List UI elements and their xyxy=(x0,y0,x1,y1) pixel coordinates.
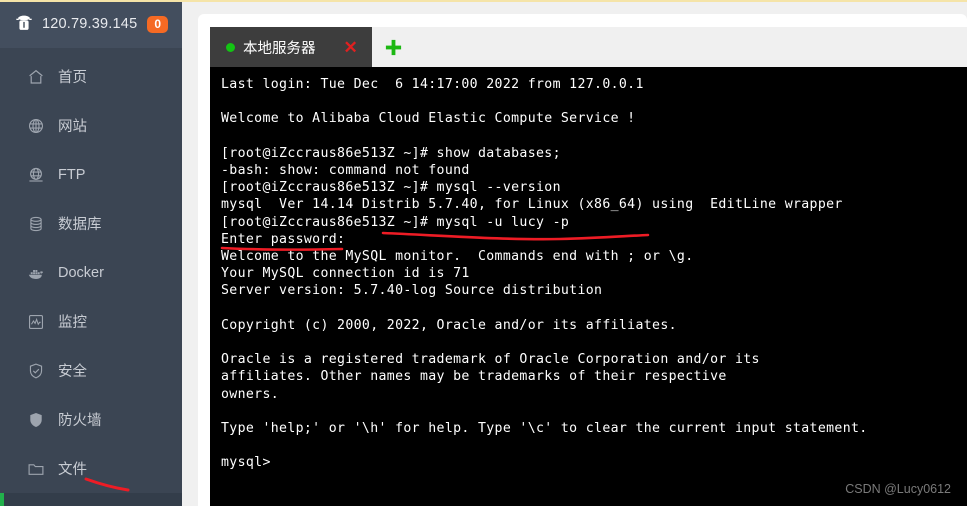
sidebar-item-terminal[interactable]: 终端 xyxy=(0,493,182,506)
sidebar-item-label: FTP xyxy=(58,166,86,183)
sidebar-item-label: 文件 xyxy=(58,462,87,478)
sidebar-header: 120.79.39.145 0 xyxy=(0,0,182,48)
sidebar-item-docker[interactable]: Docker xyxy=(0,248,182,297)
sidebar-item-security[interactable]: 安全 xyxy=(0,346,182,395)
ftp-globe-icon xyxy=(29,167,43,182)
bt-panel-logo-icon xyxy=(16,15,32,30)
watermark: CSDN @Lucy0612 xyxy=(845,482,951,496)
sidebar-item-firewall[interactable]: 防火墙 xyxy=(0,395,182,444)
sidebar-item-home[interactable]: 首页 xyxy=(0,52,182,101)
sidebar-nav: 首页 网站 FTP 数据库 Docker 监控 安全 防火墙 文件 xyxy=(0,48,182,506)
server-ip-label: 120.79.39.145 xyxy=(42,16,138,32)
globe-icon xyxy=(28,118,44,133)
terminal-tabbar: 本地服务器 ✕ xyxy=(210,27,967,67)
firewall-shield-icon xyxy=(30,412,42,427)
terminal-output[interactable]: Last login: Tue Dec 6 14:17:00 2022 from… xyxy=(210,67,967,506)
notification-badge[interactable]: 0 xyxy=(147,15,169,33)
sidebar-item-monitor[interactable]: 监控 xyxy=(0,297,182,346)
sidebar-item-files[interactable]: 文件 xyxy=(0,444,182,493)
sidebar-item-label: Docker xyxy=(58,264,104,281)
terminal-panel: 本地服务器 ✕ Last login: Tue Dec 6 14:17:00 2… xyxy=(198,14,967,506)
docker-icon xyxy=(28,269,43,279)
terminal-text: Last login: Tue Dec 6 14:17:00 2022 from… xyxy=(221,77,868,471)
terminal-tab-title: 本地服务器 xyxy=(243,40,316,57)
sidebar-item-label: 防火墙 xyxy=(58,413,102,429)
plus-icon xyxy=(386,39,402,55)
monitor-icon xyxy=(28,314,44,329)
close-icon[interactable]: ✕ xyxy=(344,39,358,56)
terminal-tab-local-server[interactable]: 本地服务器 ✕ xyxy=(210,27,372,67)
sidebar: 120.79.39.145 0 首页 网站 FTP 数据库 Docker 监控 … xyxy=(0,0,182,506)
sidebar-item-label: 监控 xyxy=(58,315,87,331)
app-screen: 120.79.39.145 0 首页 网站 FTP 数据库 Docker 监控 … xyxy=(0,0,967,506)
add-tab-button[interactable] xyxy=(372,27,416,67)
sidebar-item-label: 首页 xyxy=(58,70,87,86)
folder-icon xyxy=(28,463,44,475)
shield-check-icon xyxy=(29,362,43,379)
sidebar-item-website[interactable]: 网站 xyxy=(0,101,182,150)
sidebar-item-label: 网站 xyxy=(58,119,87,135)
sidebar-item-ftp[interactable]: FTP xyxy=(0,150,182,199)
sidebar-item-label: 数据库 xyxy=(58,217,102,233)
sidebar-item-label: 安全 xyxy=(58,364,87,380)
home-icon xyxy=(29,69,43,84)
top-hairline xyxy=(0,0,967,2)
sidebar-item-database[interactable]: 数据库 xyxy=(0,199,182,248)
database-icon xyxy=(30,216,42,231)
green-online-dot xyxy=(226,42,235,52)
